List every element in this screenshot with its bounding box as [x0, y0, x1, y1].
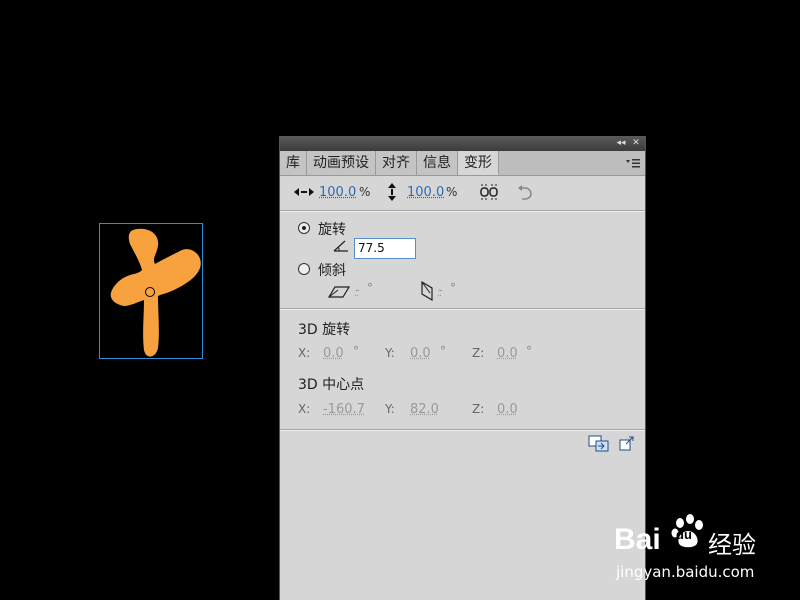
- center3d-title: 3D 中心点: [298, 377, 365, 393]
- tab-align[interactable]: 对齐: [376, 151, 417, 175]
- transform-panel: ◂◂ ✕ 库 动画预设 对齐 信息 变形 100.0 % 100.0 % 旋转 …: [279, 136, 646, 600]
- rotation3d-z-value[interactable]: 0.0: [497, 346, 518, 361]
- rotation3d-z-label: Z:: [472, 346, 485, 360]
- center3d-z-label: Z:: [472, 402, 485, 416]
- rotation3d-title: 3D 旋转: [298, 322, 351, 338]
- tab-library[interactable]: 库: [280, 151, 307, 175]
- tab-transform[interactable]: 变形: [458, 151, 499, 175]
- rotation3d-y-value[interactable]: 0.0: [410, 346, 431, 361]
- collapse-icon[interactable]: ◂◂: [615, 137, 627, 149]
- skew-label: 倾斜: [318, 263, 346, 279]
- constrain-link-icon[interactable]: [479, 183, 499, 201]
- panel-titlebar: ◂◂ ✕: [280, 136, 645, 151]
- rotation3d-z-deg: °: [526, 344, 532, 358]
- close-icon[interactable]: ✕: [630, 137, 642, 149]
- rotation3d-x-label: X:: [298, 346, 311, 360]
- skew-vertical-deg: °: [450, 281, 456, 295]
- divider: [280, 210, 645, 212]
- duplicate-and-transform-icon[interactable]: [588, 435, 610, 453]
- reset-transform-icon[interactable]: [516, 183, 534, 201]
- center3d-z-value[interactable]: 0.0: [497, 402, 518, 417]
- panel-menu-icon[interactable]: [625, 157, 641, 169]
- center3d-y-value[interactable]: 82.0: [410, 402, 439, 417]
- scale-height-unit: %: [446, 185, 458, 199]
- skew-vertical-icon: [421, 281, 433, 301]
- rotate-radio[interactable]: [298, 222, 310, 234]
- scale-width-unit: %: [359, 185, 371, 199]
- tab-motion-presets[interactable]: 动画预设: [307, 151, 376, 175]
- watermark-url: jingyan.baidu.com: [616, 563, 755, 581]
- scale-width-icon: [294, 188, 314, 196]
- center3d-y-label: Y:: [385, 402, 395, 416]
- transform-pivot-point[interactable]: [145, 287, 155, 297]
- scale-row: 100.0 % 100.0 %: [280, 177, 645, 207]
- rotation3d-x-value[interactable]: 0.0: [323, 346, 344, 361]
- watermark-brand: 经验: [708, 531, 756, 559]
- watermark-logo-text: Bai: [614, 523, 661, 556]
- rotation3d-y-deg: °: [440, 344, 446, 358]
- skew-horizontal-value[interactable]: -: [355, 283, 360, 298]
- rotate-angle-input[interactable]: 77.5: [354, 238, 416, 259]
- divider: [280, 308, 645, 310]
- center3d-x-value[interactable]: -160.7: [323, 402, 365, 417]
- center3d-x-label: X:: [298, 402, 311, 416]
- tab-info[interactable]: 信息: [417, 151, 458, 175]
- reset-selection-icon[interactable]: [619, 435, 635, 451]
- rotation3d-y-label: Y:: [385, 346, 395, 360]
- rotate-angle-icon: [333, 240, 348, 252]
- panel-tabs: 库 动画预设 对齐 信息 变形: [280, 151, 645, 176]
- skew-horizontal-deg: °: [367, 281, 373, 295]
- scale-height-value[interactable]: 100.0: [407, 185, 444, 200]
- watermark-logo-text-2: du: [676, 527, 692, 542]
- skew-horizontal-icon: [328, 286, 350, 298]
- skew-vertical-value[interactable]: -: [438, 283, 443, 298]
- divider: [280, 429, 645, 431]
- rotate-label: 旋转: [318, 222, 346, 238]
- scale-width-value[interactable]: 100.0: [319, 185, 356, 200]
- scale-height-icon: [388, 183, 396, 201]
- skew-radio[interactable]: [298, 263, 310, 275]
- rotation3d-x-deg: °: [353, 344, 359, 358]
